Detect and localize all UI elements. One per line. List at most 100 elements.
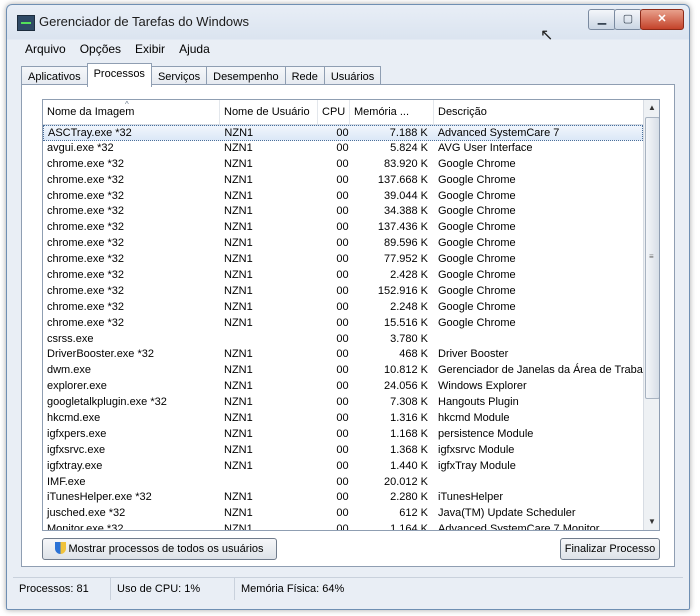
process-description: persistence Module [438, 427, 534, 440]
process-memory: 137.668 K [377, 173, 428, 186]
process-name: chrome.exe *32 [47, 189, 125, 202]
table-row[interactable]: Monitor.exe *32 NZN1 00 1.164 K Advanced Sys… [43, 522, 643, 530]
process-cpu: 00 [336, 221, 349, 234]
process-name: hkcmd.exe [47, 412, 101, 425]
process-user: NZN1 [224, 427, 253, 440]
process-description: Google Chrome [438, 284, 516, 297]
process-name: chrome.exe *32 [47, 253, 125, 266]
process-user: NZN1 [224, 141, 253, 154]
table-row[interactable]: dwm.exe NZN1 00 10.812 K Gerenciador de Jane… [43, 363, 643, 379]
vertical-scrollbar[interactable]: ▲ ≡ ▼ [643, 100, 659, 530]
table-row[interactable]: chrome.exe *32 NZN1 00 137.436 K Google Chro… [43, 220, 643, 236]
task-manager-icon [17, 15, 35, 31]
column-header-name[interactable]: Nome da Imagem ^ [43, 100, 220, 124]
show-all-processes-button[interactable]: Mostrar processos de todos os usuários [42, 538, 277, 560]
scrollbar-thumb[interactable]: ≡ [645, 117, 659, 399]
table-row[interactable]: iTunesHelper.exe *32 NZN1 00 2.280 K iTunesH… [43, 490, 643, 506]
process-memory: 1.368 K [390, 443, 428, 456]
process-memory: 2.280 K [390, 491, 428, 504]
table-row[interactable]: IMF.exe 00 20.012 K [43, 475, 643, 491]
process-cpu: 00 [336, 173, 349, 186]
process-cpu: 00 [336, 380, 349, 393]
table-row[interactable]: chrome.exe *32 NZN1 00 34.388 K Google Chrom… [43, 204, 643, 220]
process-user: NZN1 [224, 364, 253, 377]
maximize-button[interactable]: ▢ [614, 9, 642, 30]
process-name: chrome.exe *32 [47, 284, 125, 297]
process-description: Java(TM) Update Scheduler [438, 507, 576, 520]
table-row[interactable]: DriverBooster.exe *32 NZN1 00 468 K Driver B… [43, 347, 643, 363]
process-cpu: 00 [336, 412, 349, 425]
process-user: NZN1 [224, 491, 253, 504]
table-row[interactable]: igfxtray.exe NZN1 00 1.440 K igfxTray Module [43, 459, 643, 475]
process-list[interactable]: Nome da Imagem ^ Nome de Usuário CPU Mem… [42, 99, 660, 531]
process-name: igfxtray.exe [47, 459, 103, 472]
table-row[interactable]: avgui.exe *32 NZN1 00 5.824 K AVG User Inter… [43, 141, 643, 157]
process-name: igfxpers.exe [47, 427, 107, 440]
column-header-description[interactable]: Descrição [434, 100, 643, 124]
process-cpu: 00 [336, 157, 349, 170]
process-description: Google Chrome [438, 269, 516, 282]
process-user: NZN1 [224, 189, 253, 202]
minimize-button[interactable]: ▁ [588, 9, 616, 30]
scroll-down-icon[interactable]: ▼ [644, 514, 659, 530]
process-description: Google Chrome [438, 189, 516, 202]
process-name: chrome.exe *32 [47, 205, 125, 218]
table-row[interactable]: chrome.exe *32 NZN1 00 137.668 K Google Chro… [43, 173, 643, 189]
menu-arquivo[interactable]: Arquivo [17, 39, 72, 59]
table-row[interactable]: chrome.exe *32 NZN1 00 39.044 K Google Chrom… [43, 189, 643, 205]
process-description [434, 475, 643, 491]
table-row[interactable]: hkcmd.exe NZN1 00 1.316 K hkcmd Module [43, 411, 643, 427]
process-name: jusched.exe *32 [47, 507, 126, 520]
table-row[interactable]: chrome.exe *32 NZN1 00 15.516 K Google Chrom… [43, 316, 643, 332]
table-row[interactable]: csrss.exe 00 3.780 K [43, 332, 643, 348]
table-row[interactable]: googletalkplugin.exe *32 NZN1 00 7.308 K Han… [43, 395, 643, 411]
process-cpu: 00 [336, 364, 349, 377]
process-user: NZN1 [224, 157, 253, 170]
process-rows: ASCTray.exe *32 NZN1 00 7.188 K Advanced Sys… [43, 125, 643, 530]
process-name: dwm.exe [47, 364, 92, 377]
window-title: Gerenciador de Tarefas do Windows [39, 14, 250, 29]
process-description: Google Chrome [438, 205, 516, 218]
column-header-memory[interactable]: Memória ... [350, 100, 434, 124]
table-row[interactable]: ASCTray.exe *32 NZN1 00 7.188 K Advanced Sys… [43, 125, 643, 141]
close-button[interactable]: ✕ [640, 9, 684, 30]
table-row[interactable]: chrome.exe *32 NZN1 00 2.248 K Google Chrome [43, 300, 643, 316]
menu-ajuda[interactable]: Ajuda [171, 39, 216, 59]
table-row[interactable]: chrome.exe *32 NZN1 00 83.920 K Google Chrom… [43, 157, 643, 173]
process-name: chrome.exe *32 [47, 157, 125, 170]
process-cpu: 00 [336, 348, 349, 361]
title-bar[interactable]: Gerenciador de Tarefas do Windows ▁ ▢ ✕ [7, 5, 689, 39]
process-description: Advanced SystemCare 7 [437, 127, 560, 139]
table-row[interactable]: chrome.exe *32 NZN1 00 89.596 K Google Chrom… [43, 236, 643, 252]
process-description: Google Chrome [438, 237, 516, 250]
process-cpu: 00 [336, 189, 349, 202]
menu-opcoes[interactable]: Opções [72, 39, 127, 59]
tab-processos[interactable]: Processos [86, 63, 152, 87]
column-header-user[interactable]: Nome de Usuário [220, 100, 318, 124]
scroll-up-icon[interactable]: ▲ [644, 100, 659, 116]
end-process-button[interactable]: Finalizar Processo [560, 538, 660, 560]
table-row[interactable]: chrome.exe *32 NZN1 00 77.952 K Google Chrom… [43, 252, 643, 268]
table-row[interactable]: chrome.exe *32 NZN1 00 152.916 K Google Chro… [43, 284, 643, 300]
table-row[interactable]: igfxsrvc.exe NZN1 00 1.368 K igfxsrvc Module [43, 443, 643, 459]
table-row[interactable]: igfxpers.exe NZN1 00 1.168 K persistence Mod… [43, 427, 643, 443]
process-description: Windows Explorer [438, 380, 527, 393]
process-name: csrss.exe [47, 332, 94, 345]
process-cpu: 00 [336, 443, 349, 456]
table-row[interactable]: jusched.exe *32 NZN1 00 612 K Java(TM) Updat… [43, 506, 643, 522]
process-description: Hangouts Plugin [438, 396, 519, 409]
process-name: ASCTray.exe *32 [48, 127, 132, 139]
process-memory: 612 K [399, 507, 428, 520]
process-user: NZN1 [224, 507, 253, 520]
process-user [220, 332, 318, 348]
process-description: Google Chrome [438, 300, 516, 313]
table-row[interactable]: chrome.exe *32 NZN1 00 2.428 K Google Chrome [43, 268, 643, 284]
process-cpu: 00 [336, 269, 349, 282]
process-memory: 15.516 K [383, 316, 428, 329]
status-physical-memory: Memória Física: 64% [241, 583, 345, 595]
column-header-cpu[interactable]: CPU [318, 100, 350, 124]
process-description: igfxsrvc Module [438, 443, 515, 456]
menu-exibir[interactable]: Exibir [127, 39, 171, 59]
process-description: Google Chrome [438, 316, 516, 329]
table-row[interactable]: explorer.exe NZN1 00 24.056 K Windows Explor… [43, 379, 643, 395]
